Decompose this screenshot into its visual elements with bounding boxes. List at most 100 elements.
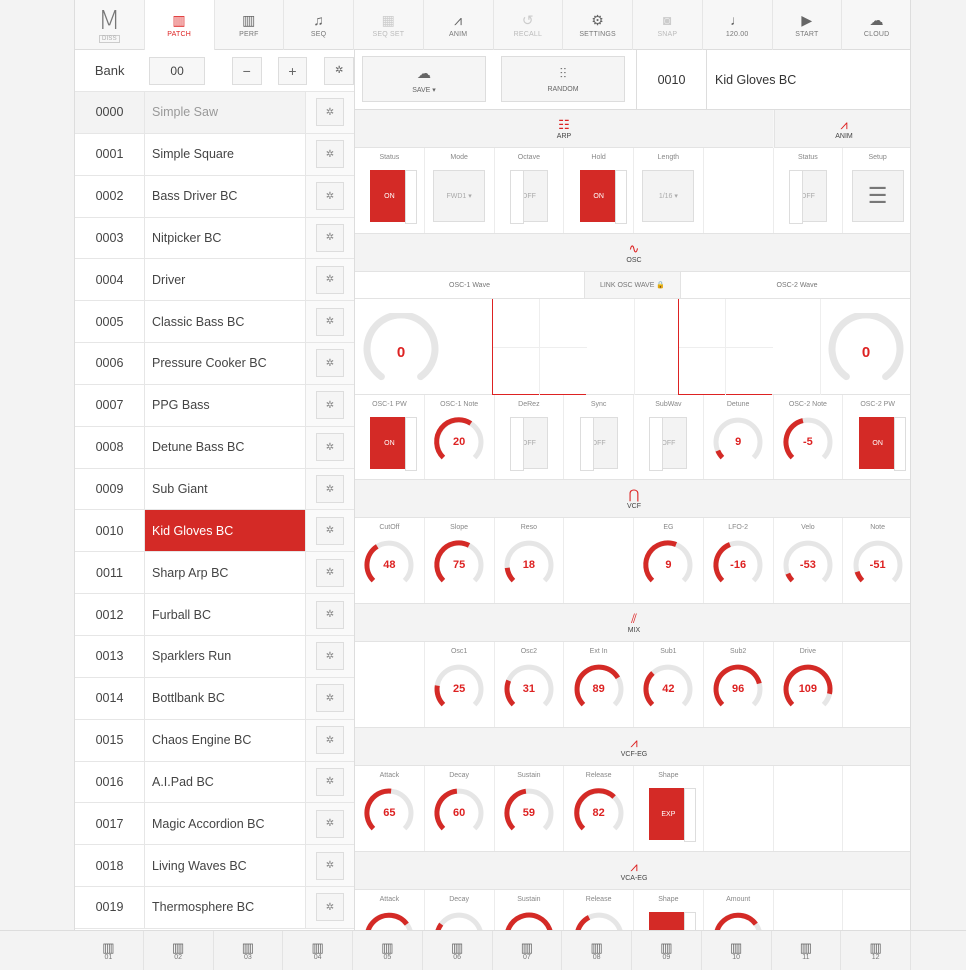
patch-settings-button[interactable]: ✲ xyxy=(316,851,344,880)
patch-row[interactable]: 0008 Detune Bass BC ✲ xyxy=(75,426,354,469)
vca-eg-attack-knob[interactable] xyxy=(362,910,416,930)
vcf-eg-attack-knob[interactable]: 65 xyxy=(362,786,416,840)
bottom-slot-02[interactable]: ▥ 02 xyxy=(144,931,214,970)
patch-settings-button[interactable]: ✲ xyxy=(316,642,344,671)
nav-perf[interactable]: ▥ PERF xyxy=(215,0,285,50)
patch-row[interactable]: 0016 A.I.Pad BC ✲ xyxy=(75,761,354,804)
patch-name[interactable]: Nitpicker BC xyxy=(145,217,305,259)
vcf-velo-knob[interactable]: -53 xyxy=(781,538,835,592)
mix-osc2-knob[interactable]: 31 xyxy=(502,662,556,716)
vcf-eg-knob[interactable]: 9 xyxy=(641,538,695,592)
patch-name[interactable]: Simple Saw xyxy=(145,92,305,133)
patch-name[interactable]: Simple Square xyxy=(145,133,305,175)
patch-settings-button[interactable]: ✲ xyxy=(316,98,344,127)
patch-row[interactable]: 0000 Simple Saw ✲ xyxy=(75,92,354,134)
mix-sub1-knob[interactable]: 42 xyxy=(641,662,695,716)
patch-row[interactable]: 0009 Sub Giant ✲ xyxy=(75,468,354,511)
patch-name[interactable]: Magic Accordion BC xyxy=(145,803,305,845)
patch-settings-button[interactable]: ✲ xyxy=(316,391,344,420)
patch-settings-button[interactable]: ✲ xyxy=(316,809,344,838)
nav-start[interactable]: ▶ START xyxy=(773,0,843,50)
patch-settings-button[interactable]: ✲ xyxy=(316,600,344,629)
patch-name[interactable]: Pressure Cooker BC xyxy=(145,343,305,384)
current-patch-name[interactable]: Kid Gloves BC xyxy=(715,50,905,110)
vcf-eg-release-knob[interactable]: 82 xyxy=(572,786,626,840)
anim-status-toggle[interactable]: OFF xyxy=(788,170,827,224)
patch-row[interactable]: 0012 Furball BC ✲ xyxy=(75,594,354,636)
patch-name[interactable]: Furball BC xyxy=(145,594,305,635)
osc-osc-2-pw-toggle[interactable]: ON xyxy=(858,417,906,471)
vcf-reso-knob[interactable]: 18 xyxy=(502,538,556,592)
link-osc-wave-button[interactable]: LINK OSC WAVE 🔒 xyxy=(585,272,681,298)
nav-seq-set[interactable]: ▦ SEQ SET xyxy=(354,0,424,50)
vca-eg-shape-toggle[interactable] xyxy=(649,912,697,930)
patch-row[interactable]: 0013 Sparklers Run ✲ xyxy=(75,635,354,678)
bank-settings-button[interactable]: ✲ xyxy=(324,56,355,85)
patch-name[interactable]: Driver xyxy=(145,259,305,301)
patch-row[interactable]: 0006 Pressure Cooker BC ✲ xyxy=(75,343,354,385)
vca-eg-decay-knob[interactable] xyxy=(432,910,486,930)
mix-drive-knob[interactable]: 109 xyxy=(781,662,835,716)
patch-name[interactable]: Living Waves BC xyxy=(145,845,305,887)
osc-detune-knob[interactable]: 9 xyxy=(711,415,765,469)
bottom-slot-10[interactable]: ▥ 10 xyxy=(702,931,772,970)
patch-row[interactable]: 0005 Classic Bass BC ✲ xyxy=(75,301,354,344)
vcf-cutoff-knob[interactable]: 48 xyxy=(362,538,416,592)
patch-settings-button[interactable]: ✲ xyxy=(316,558,344,587)
patch-name[interactable]: Classic Bass BC xyxy=(145,301,305,343)
bottom-slot-06[interactable]: ▥ 06 xyxy=(423,931,493,970)
osc-derez-toggle[interactable]: OFF xyxy=(509,417,548,471)
patch-row[interactable]: 0007 PPG Bass ✲ xyxy=(75,384,354,427)
vcf-eg-decay-knob[interactable]: 60 xyxy=(432,786,486,840)
nav-120-00[interactable]: ♩ 120.00 xyxy=(703,0,773,50)
anim-setup-button[interactable]: ☰ xyxy=(851,170,904,222)
patch-name[interactable]: Detune Bass BC xyxy=(145,426,305,468)
bottom-slot-05[interactable]: ▥ 05 xyxy=(353,931,423,970)
patch-row[interactable]: 0001 Simple Square ✲ xyxy=(75,133,354,176)
bank-increment-button[interactable]: + xyxy=(277,56,308,85)
patch-settings-button[interactable]: ✲ xyxy=(316,767,344,796)
arp-mode-control[interactable]: FWD1 ▾ xyxy=(433,170,486,222)
vca-eg-amount-knob[interactable] xyxy=(711,910,765,930)
arp-length-control[interactable]: 1/16 ▾ xyxy=(642,170,695,222)
patch-row[interactable]: 0010 Kid Gloves BC ✲ xyxy=(75,510,354,553)
bottom-slot-01[interactable]: ▥ 01 xyxy=(74,931,144,970)
osc-subwav-toggle[interactable]: OFF xyxy=(649,417,688,471)
vcf-eg-sustain-knob[interactable]: 59 xyxy=(502,786,556,840)
patch-name[interactable]: Sub Giant xyxy=(145,468,305,510)
bottom-slot-04[interactable]: ▥ 04 xyxy=(283,931,353,970)
nav-cloud[interactable]: ☁ CLOUD xyxy=(842,0,910,50)
patch-settings-button[interactable]: ✲ xyxy=(316,349,344,378)
vcf-eg-shape-toggle[interactable]: EXP xyxy=(649,788,697,842)
bottom-slot-03[interactable]: ▥ 03 xyxy=(214,931,284,970)
patch-row[interactable]: 0015 Chaos Engine BC ✲ xyxy=(75,719,354,762)
patch-row[interactable]: 0017 Magic Accordion BC ✲ xyxy=(75,803,354,846)
patch-row[interactable]: 0018 Living Waves BC ✲ xyxy=(75,845,354,888)
patch-name[interactable]: Bass Driver BC xyxy=(145,175,305,217)
bottom-slot-08[interactable]: ▥ 08 xyxy=(562,931,632,970)
patch-name[interactable]: Kid Gloves BC xyxy=(145,510,305,552)
patch-settings-button[interactable]: ✲ xyxy=(316,140,344,169)
patch-row[interactable]: 0014 Bottlbank BC ✲ xyxy=(75,677,354,720)
bottom-slot-09[interactable]: ▥ 09 xyxy=(632,931,702,970)
patch-settings-button[interactable]: ✲ xyxy=(316,265,344,294)
nav-recall[interactable]: ↺ RECALL xyxy=(494,0,564,50)
osc-sync-toggle[interactable]: OFF xyxy=(579,417,618,471)
patch-settings-button[interactable]: ✲ xyxy=(316,307,344,336)
osc1-wave-knob[interactable]: 0 xyxy=(362,313,440,391)
bottom-slot-12[interactable]: ▥ 12 xyxy=(841,931,911,970)
patch-settings-button[interactable]: ✲ xyxy=(316,182,344,211)
vca-eg-release-knob[interactable] xyxy=(572,910,626,930)
mix-ext-in-knob[interactable]: 89 xyxy=(572,662,626,716)
random-button[interactable]: ⫶⫶ RANDOM xyxy=(501,56,625,102)
patch-settings-button[interactable]: ✲ xyxy=(316,726,344,755)
patch-settings-button[interactable]: ✲ xyxy=(316,223,344,252)
bank-value-field[interactable]: 00 xyxy=(149,56,205,85)
patch-row[interactable]: 0002 Bass Driver BC ✲ xyxy=(75,175,354,218)
patch-settings-button[interactable]: ✲ xyxy=(316,893,344,922)
osc2-wave-knob[interactable]: 0 xyxy=(827,313,905,391)
osc-osc-2-note-knob[interactable]: -5 xyxy=(781,415,835,469)
patch-settings-button[interactable]: ✲ xyxy=(316,433,344,462)
vca-eg-sustain-knob[interactable] xyxy=(502,910,556,930)
nav-anim[interactable]: ⩘ ANIM xyxy=(424,0,494,50)
